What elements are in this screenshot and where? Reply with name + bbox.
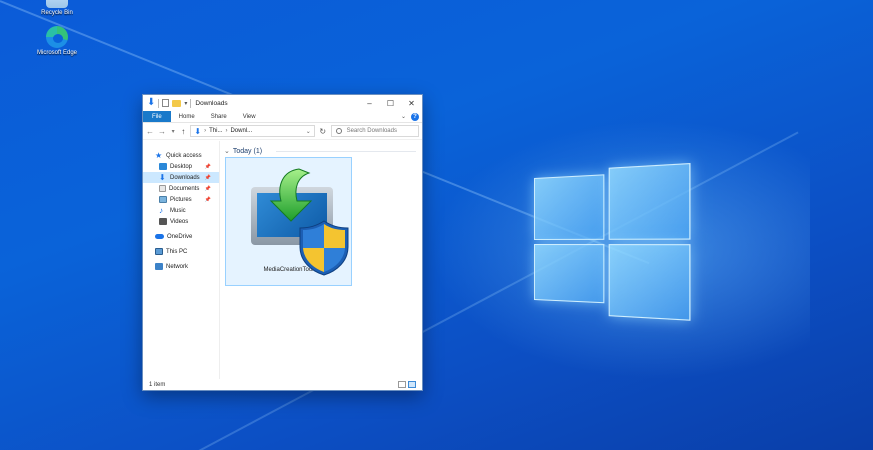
computer-icon (155, 248, 163, 255)
cloud-icon (155, 234, 164, 239)
pictures-icon (159, 196, 167, 203)
group-header-today[interactable]: ⌄ Today (1) (224, 146, 422, 156)
nav-onedrive[interactable]: OneDrive (143, 231, 219, 242)
nav-item-pictures[interactable]: Pictures 📌 (143, 194, 219, 205)
status-bar: 1 item (143, 379, 422, 390)
edge-icon (46, 26, 68, 48)
network-icon (155, 263, 163, 270)
recent-locations-chevron-icon[interactable]: ▾ (170, 128, 176, 135)
search-input[interactable]: Search Downloads (330, 125, 419, 137)
star-icon: ★ (155, 151, 163, 160)
nav-network[interactable]: Network (143, 261, 219, 272)
documents-icon (159, 185, 166, 192)
close-button[interactable]: ✕ (401, 95, 422, 111)
address-dropdown-chevron-icon[interactable]: ⌄ (306, 128, 311, 135)
pin-icon: 📌 (204, 163, 211, 170)
refresh-button[interactable]: ↻ (319, 127, 327, 136)
recycle-bin-icon (46, 0, 68, 8)
windows-logo (534, 158, 693, 327)
large-icons-view-icon[interactable] (408, 381, 416, 388)
new-folder-icon[interactable] (172, 99, 182, 107)
title-bar[interactable]: ⬇ ▾ Downloads – ☐ ✕ (143, 95, 422, 111)
navigation-pane: ★ Quick access Desktop 📌 ⬇ Downloads 📌 D… (143, 141, 220, 379)
downloads-arrow-icon: ⬇ (147, 97, 156, 108)
nav-quick-access[interactable]: ★ Quick access (143, 150, 219, 161)
up-button[interactable]: ↑ (180, 127, 186, 136)
properties-icon[interactable] (162, 99, 170, 107)
videos-icon (159, 218, 167, 225)
tab-view[interactable]: View (235, 111, 264, 122)
nav-item-videos[interactable]: Videos (143, 216, 219, 227)
details-view-icon[interactable] (398, 381, 406, 388)
search-placeholder: Search Downloads (346, 128, 397, 134)
tab-share[interactable]: Share (203, 111, 235, 122)
forward-button[interactable]: → (158, 127, 166, 136)
pin-icon: 📌 (204, 185, 211, 192)
nav-item-downloads[interactable]: ⬇ Downloads 📌 (143, 172, 219, 183)
nav-item-music[interactable]: ♪ Music (143, 205, 219, 216)
desktop-icon-label: Recycle Bin (41, 10, 73, 16)
breadcrumb-downloads[interactable]: Downl... (230, 128, 252, 134)
minimize-button[interactable]: – (359, 95, 380, 111)
pin-icon: 📌 (204, 174, 211, 181)
tab-home[interactable]: Home (171, 111, 203, 122)
nav-item-desktop[interactable]: Desktop 📌 (143, 161, 219, 172)
nav-item-documents[interactable]: Documents 📌 (143, 183, 219, 194)
address-bar[interactable]: ⬇ › Thi... › Downl... ⌄ (190, 125, 315, 137)
breadcrumb-this-pc[interactable]: Thi... (209, 128, 222, 134)
item-count: 1 item (149, 381, 166, 388)
quick-access-toolbar: ⬇ ▾ (147, 97, 192, 108)
desktop-icon-recycle-bin[interactable]: Recycle Bin (32, 0, 82, 17)
customize-toolbar-chevron-icon[interactable]: ▾ (184, 100, 187, 107)
window-title: Downloads (195, 99, 228, 107)
back-button[interactable]: ← (146, 127, 154, 136)
help-icon[interactable]: ? (411, 112, 419, 121)
collapse-chevron-icon: ⌄ (224, 148, 230, 155)
downloads-arrow-icon: ⬇ (159, 173, 166, 182)
music-note-icon: ♪ (159, 206, 163, 215)
desktop-icon-edge[interactable]: Microsoft Edge (32, 26, 82, 57)
desktop-icon-label: Microsoft Edge (36, 50, 78, 56)
maximize-button[interactable]: ☐ (380, 95, 401, 111)
nav-this-pc[interactable]: This PC (143, 246, 219, 257)
ribbon-tabs: File Home Share View ⌄ ? (143, 111, 422, 123)
file-list: ⌄ Today (1) MediaCreationTool (220, 141, 422, 379)
pin-icon: 📌 (204, 196, 211, 203)
desktop-folder-icon (159, 163, 167, 170)
search-icon (335, 128, 342, 134)
expand-ribbon-chevron-icon[interactable]: ⌄ (401, 113, 406, 120)
file-explorer-window: ⬇ ▾ Downloads – ☐ ✕ File Home Share View… (142, 94, 423, 391)
file-item[interactable]: MediaCreationTool (225, 157, 352, 286)
desktop-wallpaper (0, 0, 873, 450)
tab-file[interactable]: File (143, 111, 171, 122)
downloads-arrow-icon: ⬇ (194, 126, 202, 136)
navigation-bar: ← → ▾ ↑ ⬇ › Thi... › Downl... ⌄ ↻ Search… (143, 123, 422, 140)
media-creation-tool-icon (237, 161, 348, 276)
